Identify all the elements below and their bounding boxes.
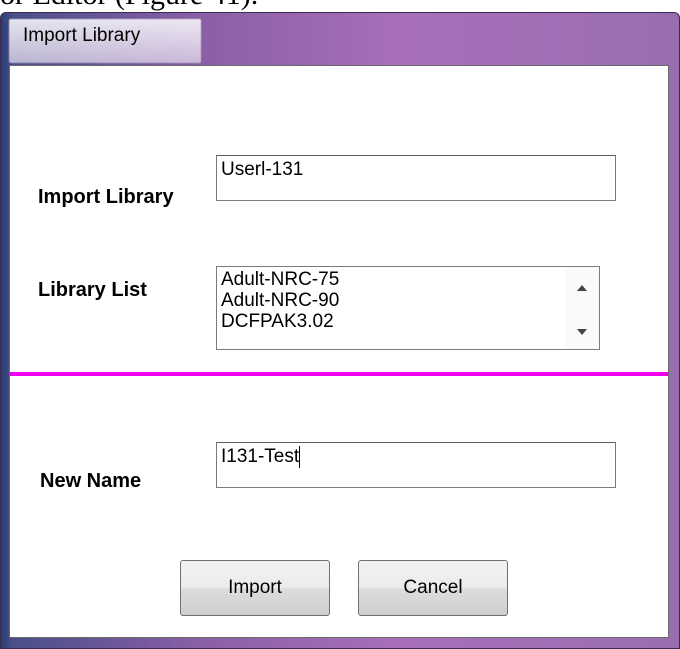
new-name-label: New Name	[40, 470, 142, 492]
window-bottom-frame	[1, 638, 679, 648]
library-list-box[interactable]: Adult-NRC-75 Adult-NRC-90 DCFPAK3.02	[216, 266, 600, 350]
list-item[interactable]: Adult-NRC-90	[221, 290, 339, 311]
new-name-field[interactable]: I131-Test	[216, 442, 616, 488]
list-item[interactable]: Adult-NRC-75	[221, 269, 339, 290]
section-divider	[10, 372, 668, 376]
import-button[interactable]: Import	[180, 560, 330, 616]
title-bar[interactable]: Import Library	[1, 13, 679, 65]
cancel-button[interactable]: Cancel	[358, 560, 508, 616]
list-scrollbar[interactable]	[565, 267, 599, 349]
import-library-dialog: Import Library Import Library Userl-131 …	[0, 12, 680, 649]
library-list-label: Library List	[38, 279, 147, 301]
library-list-items: Adult-NRC-75 Adult-NRC-90 DCFPAK3.02	[221, 269, 339, 332]
window-title: Import Library	[23, 25, 141, 46]
scroll-down-arrow-icon[interactable]	[577, 329, 587, 335]
dialog-client-area: Import Library Userl-131 Library List Ad…	[9, 65, 669, 638]
new-name-value: I131-Test	[221, 446, 300, 467]
list-item[interactable]: DCFPAK3.02	[221, 311, 339, 332]
scroll-up-arrow-icon[interactable]	[577, 285, 587, 291]
import-library-value: Userl-131	[221, 159, 304, 180]
import-library-field[interactable]: Userl-131	[216, 155, 616, 201]
import-library-label: Import Library	[38, 186, 174, 208]
text-caret	[299, 446, 301, 468]
